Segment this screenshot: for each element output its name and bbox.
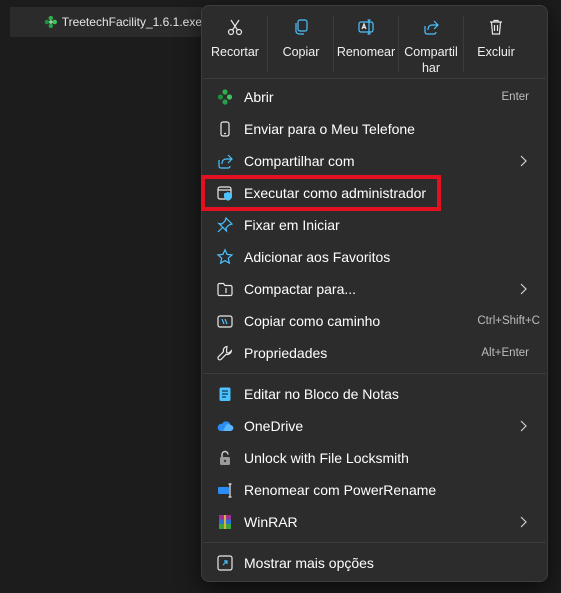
menu-separator — [203, 373, 546, 374]
menu-item-compress[interactable]: Compactar para... — [206, 274, 543, 304]
menu-item-copy-path[interactable]: Copiar como caminho Ctrl+Shift+C — [206, 306, 543, 336]
rename-label: Renomear — [336, 45, 396, 59]
menu-separator — [203, 542, 546, 543]
pin-icon — [217, 216, 234, 233]
wrench-icon — [217, 345, 233, 361]
menu-item-label: Adicionar aos Favoritos — [244, 249, 391, 265]
delete-button[interactable]: Excluir — [464, 12, 528, 76]
share-label-line2: har — [421, 61, 441, 75]
winrar-icon — [219, 515, 231, 529]
menu-item-label: WinRAR — [244, 514, 298, 530]
share-icon — [424, 20, 439, 35]
share-label-line1: Compartil — [404, 45, 458, 59]
menu-item-label: Unlock with File Locksmith — [244, 450, 409, 466]
delete-label: Excluir — [477, 45, 515, 59]
menu-item-show-more-options[interactable]: Mostrar mais opções — [206, 548, 543, 578]
menu-item-label: Renomear com PowerRename — [244, 482, 437, 498]
cut-button[interactable]: Recortar — [203, 12, 267, 76]
cloud-icon — [217, 421, 234, 432]
chevron-right-icon — [520, 516, 527, 528]
menu-separator — [203, 78, 546, 79]
copy-path-icon — [217, 315, 233, 328]
menu-item-label: Copiar como caminho — [244, 313, 381, 329]
menu-item-label: Mostrar mais opções — [244, 555, 374, 571]
cut-label: Recortar — [211, 45, 259, 59]
share-button[interactable]: Compartil har — [399, 12, 463, 76]
menu-item-label: Compartilhar com — [244, 153, 355, 169]
expand-icon — [217, 555, 233, 571]
file-name: TreetechFacility_1.6.1.exe — [61, 15, 202, 29]
trash-icon — [490, 19, 502, 35]
copy-button[interactable]: Copiar — [269, 12, 333, 76]
chevron-right-icon — [520, 155, 527, 167]
zip-folder-icon — [217, 282, 233, 297]
app-icon — [217, 89, 233, 105]
menu-item-label: Enviar para o Meu Telefone — [244, 121, 415, 137]
rename-icon — [358, 19, 374, 35]
menu-item-label: Compactar para... — [244, 281, 357, 297]
menu-item-file-locksmith[interactable]: Unlock with File Locksmith — [206, 443, 543, 473]
phone-icon — [220, 121, 230, 137]
star-icon — [216, 248, 234, 265]
menu-item-label: Abrir — [244, 89, 274, 105]
context-menu: Recortar Copiar Renomear Compartil har E… — [201, 5, 548, 582]
menu-item-label: OneDrive — [244, 418, 304, 434]
file-item[interactable]: TreetechFacility_1.6.1.exe — [10, 7, 202, 37]
highlight-annotation — [201, 175, 441, 211]
shortcut-text: Alt+Enter — [481, 347, 529, 359]
app-icon — [44, 15, 58, 29]
menu-item-send-to-phone[interactable]: Enviar para o Meu Telefone — [206, 114, 543, 144]
share-icon — [218, 154, 233, 169]
shortcut-text: Ctrl+Shift+C — [477, 315, 540, 327]
menu-item-powerrename[interactable]: Renomear com PowerRename — [206, 475, 543, 505]
menu-item-label: Editar no Bloco de Notas — [244, 386, 399, 402]
context-toolbar: Recortar Copiar Renomear Compartil har E… — [202, 6, 547, 78]
menu-item-onedrive[interactable]: OneDrive — [206, 411, 543, 441]
menu-item-label: Propriedades — [244, 345, 328, 361]
chevron-right-icon — [520, 420, 527, 432]
lock-icon — [220, 450, 230, 465]
menu-item-label: Fixar em Iniciar — [244, 217, 340, 233]
chevron-right-icon — [520, 283, 527, 295]
copy-icon — [295, 19, 308, 35]
toolbar-separator — [267, 16, 268, 72]
rename-button[interactable]: Renomear — [334, 12, 398, 76]
notepad-icon — [219, 387, 231, 401]
menu-item-pin-start[interactable]: Fixar em Iniciar — [206, 210, 543, 240]
menu-item-properties[interactable]: Propriedades Alt+Enter — [206, 338, 543, 368]
menu-item-open[interactable]: Abrir Enter — [206, 82, 543, 112]
menu-item-add-favorites[interactable]: Adicionar aos Favoritos — [206, 242, 543, 272]
menu-item-winrar[interactable]: WinRAR — [206, 507, 543, 537]
shortcut-text: Enter — [501, 91, 530, 103]
menu-item-share-with[interactable]: Compartilhar com — [206, 146, 543, 176]
menu-item-notepad[interactable]: Editar no Bloco de Notas — [206, 379, 543, 409]
scissors-icon — [227, 19, 243, 36]
copy-label: Copiar — [282, 45, 320, 59]
powerrename-icon — [218, 483, 232, 498]
